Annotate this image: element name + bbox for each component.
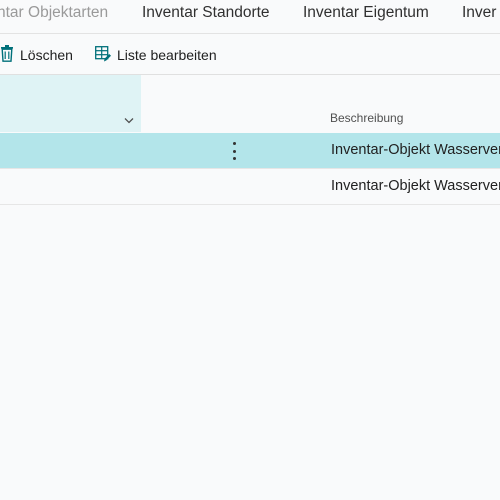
trash-icon	[0, 45, 20, 65]
tab-objektarten[interactable]: ntar Objektarten	[0, 4, 108, 22]
edit-list-icon	[95, 45, 117, 65]
row-description[interactable]: Inventar-Objekt Wasserver	[331, 142, 500, 158]
more-options-icon[interactable]	[226, 142, 242, 160]
delete-button[interactable]: Löschen	[0, 45, 73, 65]
table-row[interactable]: Inventar-Objekt Wasserver	[0, 169, 500, 205]
column-header-description[interactable]: Beschreibung	[330, 111, 403, 125]
table-row[interactable]: Inventar-Objekt Wasserver	[0, 133, 500, 169]
chevron-down-icon[interactable]	[124, 111, 134, 129]
edit-list-label: Liste bearbeiten	[117, 47, 217, 63]
tab-next[interactable]: Inver	[462, 4, 496, 22]
delete-label: Löschen	[20, 47, 73, 63]
tab-bar: ntar Objektarten Inventar Standorte Inve…	[0, 0, 500, 34]
column-header-selector[interactable]	[0, 75, 141, 132]
row-description[interactable]: Inventar-Objekt Wasserver	[331, 178, 500, 194]
tab-standorte[interactable]: Inventar Standorte	[142, 4, 270, 22]
action-toolbar: Löschen Liste bearbeiten	[0, 34, 500, 75]
edit-list-button[interactable]: Liste bearbeiten	[95, 45, 217, 65]
tab-eigentum[interactable]: Inventar Eigentum	[303, 4, 429, 22]
